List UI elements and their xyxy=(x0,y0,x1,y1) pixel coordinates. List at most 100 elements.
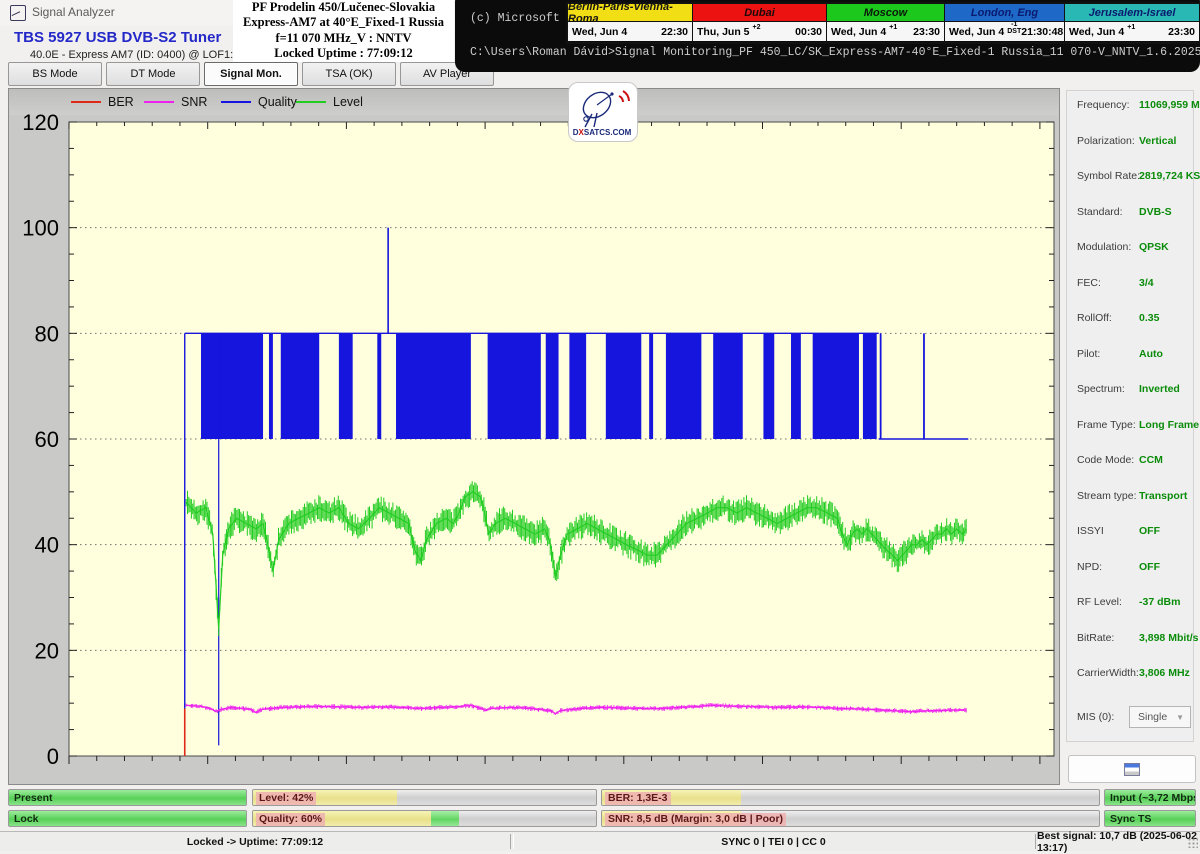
meter-present: Present xyxy=(8,789,247,806)
clock: London, Eng Wed, Jun 4 -1 DST 21:30:48 xyxy=(944,4,1064,42)
meter-fill-good xyxy=(431,811,458,826)
param-row: FEC: 3/4 xyxy=(1067,277,1193,291)
param-row: Modulation: QPSK xyxy=(1067,241,1193,255)
note-line: Express-AM7 at 40°E_Fixed-1 Russia xyxy=(233,15,454,30)
resize-grip[interactable] xyxy=(1188,838,1198,848)
param-row: Standard: DVB-S xyxy=(1067,206,1193,220)
statusbar-lock-uptime: Locked -> Uptime: 77:09:12 xyxy=(0,832,510,851)
param-row: Stream type: Transport xyxy=(1067,490,1193,504)
clock: Dubai Thu, Jun 5 +2 00:30 xyxy=(692,4,826,42)
param-label: NPD: xyxy=(1077,561,1102,573)
param-value: OFF xyxy=(1139,525,1160,537)
param-value: Vertical xyxy=(1139,135,1176,147)
param-value: 0.35 xyxy=(1139,312,1159,324)
param-value: 3,898 Mbit/s xyxy=(1139,632,1199,644)
param-value: Auto xyxy=(1139,348,1163,360)
tab-dt-mode[interactable]: DT Mode xyxy=(106,62,200,86)
window-title: Signal Analyzer xyxy=(32,5,115,19)
clock-date: Wed, Jun 4 xyxy=(831,26,886,38)
param-label: Frequency: xyxy=(1077,99,1130,111)
param-value: Long Frame xyxy=(1139,419,1199,431)
param-row: ISSYI OFF xyxy=(1067,525,1193,539)
clock: Jerusalem-Israel Wed, Jun 4 +1 23:30 xyxy=(1064,4,1199,42)
param-label: Modulation: xyxy=(1077,241,1131,253)
param-value: -37 dBm xyxy=(1139,596,1180,608)
clock: Berlin-Paris-Vienna-Roma Wed, Jun 4 22:3… xyxy=(568,4,692,42)
terminal-line: (c) Microsoft Co xyxy=(470,12,580,25)
param-row: Frame Type: Long Frame xyxy=(1067,419,1193,433)
param-value: CCM xyxy=(1139,454,1163,466)
y-tick-label: 120 xyxy=(22,110,59,135)
param-label: ISSYI xyxy=(1077,525,1104,537)
statusbar-sync-counters: SYNC 0 | TEI 0 | CC 0 xyxy=(512,832,1035,851)
param-label: Polarization: xyxy=(1077,135,1135,147)
param-value: 2819,724 KS/s xyxy=(1139,170,1200,182)
mis-value: Single xyxy=(1138,711,1167,723)
meter-label: Input (~3,72 Mbps) xyxy=(1105,792,1196,804)
mis-select[interactable]: Single ▼ xyxy=(1129,706,1191,728)
meter-snr: SNR: 8,5 dB (Margin: 3,0 dB | Poor) xyxy=(601,810,1100,827)
param-row: Symbol Rate: 2819,724 KS/s xyxy=(1067,170,1193,184)
clock-offset: +1 xyxy=(889,25,897,32)
clock-time: 00:30 xyxy=(795,26,822,38)
meter-label: SNR: 8,5 dB (Margin: 3,0 dB | Poor) xyxy=(605,813,786,826)
y-tick-label: 20 xyxy=(35,638,59,663)
clock-time: 23:30 xyxy=(1168,26,1195,38)
clock-offset: +2 xyxy=(753,25,761,32)
chart-panel: BER SNR Quality Level 020406080100120 xyxy=(8,88,1060,785)
list-icon xyxy=(1124,763,1140,776)
meter-label: Level: 42% xyxy=(256,792,316,805)
y-tick-label: 80 xyxy=(35,321,59,346)
signal-chart: 020406080100120 xyxy=(9,89,1059,784)
param-row: RollOff: 0.35 xyxy=(1067,312,1193,326)
param-label: Frame Type: xyxy=(1077,419,1136,431)
params-panel: Frequency: 11069,959 MHz Polarization: Ve… xyxy=(1066,90,1194,742)
statusbar-best-signal: Best signal: 10,7 dB (2025-06-02 13:17) xyxy=(1037,832,1200,851)
param-label: Code Mode: xyxy=(1077,454,1134,466)
param-row: Frequency: 11069,959 MHz xyxy=(1067,99,1193,113)
clock: Moscow Wed, Jun 4 +1 23:30 xyxy=(826,4,944,42)
param-label: Standard: xyxy=(1077,206,1123,218)
param-row: RF Level: -37 dBm xyxy=(1067,596,1193,610)
param-value: Transport xyxy=(1139,490,1187,502)
tab-tsa-ok-[interactable]: TSA (OK) xyxy=(302,62,396,86)
note-line: f=11 070 MHz_V : NNTV xyxy=(233,31,454,46)
param-row: BitRate: 3,898 Mbit/s xyxy=(1067,632,1193,646)
terminal-line: C:\Users\Roman Dávid>Signal Monitoring_P… xyxy=(470,46,1200,59)
clock-city: Berlin-Paris-Vienna-Roma xyxy=(568,4,692,22)
param-row: Polarization: Vertical xyxy=(1067,135,1193,149)
param-label: Symbol Rate: xyxy=(1077,170,1140,182)
clock-date: Wed, Jun 4 xyxy=(572,26,627,38)
tab-bs-mode[interactable]: BS Mode xyxy=(8,62,102,86)
meter-label: Present xyxy=(9,792,53,804)
param-value: DVB-S xyxy=(1139,206,1172,218)
clock-city: London, Eng xyxy=(945,4,1064,22)
tuner-name: TBS 5927 USB DVB-S2 Tuner xyxy=(14,29,221,46)
statusbar: Locked -> Uptime: 77:09:12 SYNC 0 | TEI … xyxy=(0,831,1200,851)
clock-time: 23:30 xyxy=(913,26,940,38)
meter-label: Quality: 60% xyxy=(256,813,325,826)
meter-label: Lock xyxy=(9,813,39,825)
transport-stream-button[interactable] xyxy=(1068,755,1196,783)
param-label: Spectrum: xyxy=(1077,383,1125,395)
meter-level: Level: 42% xyxy=(252,789,597,806)
tab-signal-mon-[interactable]: Signal Mon. xyxy=(204,62,298,86)
param-row: CarrierWidth: 3,806 MHz xyxy=(1067,667,1193,681)
param-row: NPD: OFF xyxy=(1067,561,1193,575)
param-row: Spectrum: Inverted xyxy=(1067,383,1193,397)
clock-time: 22:30 xyxy=(661,26,688,38)
param-label: Stream type: xyxy=(1077,490,1137,502)
dxsatcs-logo: DXSATCS.COM xyxy=(568,82,638,142)
param-row: Code Mode: CCM xyxy=(1067,454,1193,468)
param-label: FEC: xyxy=(1077,277,1101,289)
param-row: Pilot: Auto xyxy=(1067,348,1193,362)
clock-city: Dubai xyxy=(693,4,826,22)
clock-date: Wed, Jun 4 xyxy=(1069,26,1124,38)
param-value: 3,806 MHz xyxy=(1139,667,1190,679)
clock-offset: +1 xyxy=(1127,25,1135,32)
tab-bar: BS ModeDT ModeSignal Mon.TSA (OK)AV Play… xyxy=(8,62,494,85)
clock-city: Moscow xyxy=(827,4,944,22)
param-value: 3/4 xyxy=(1139,277,1154,289)
param-value: OFF xyxy=(1139,561,1160,573)
app-icon xyxy=(10,5,26,21)
